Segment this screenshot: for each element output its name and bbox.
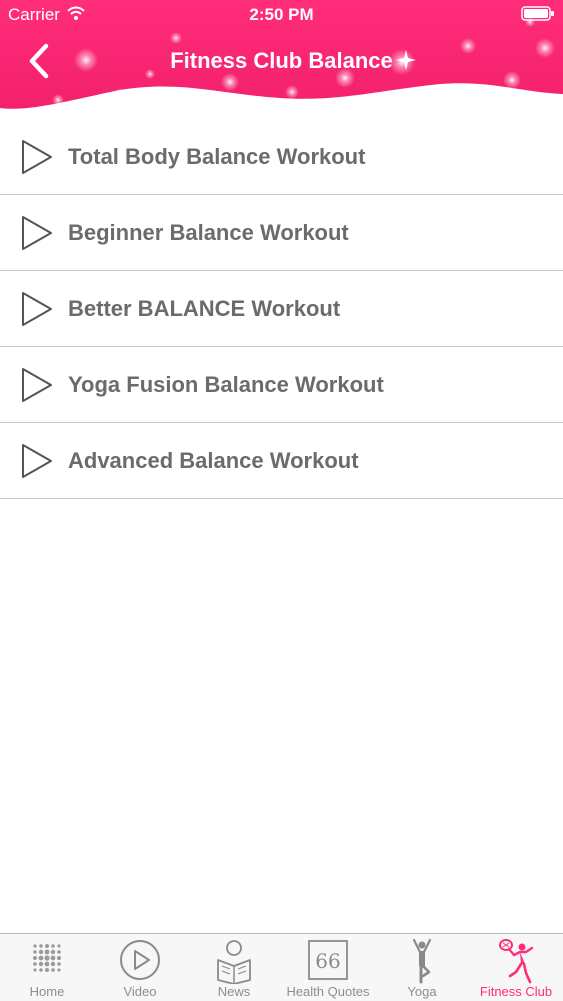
yoga-pose-icon <box>412 938 432 984</box>
tennis-player-icon <box>499 939 534 984</box>
newspaper-reader-icon <box>217 940 251 984</box>
play-circle-icon <box>120 940 160 980</box>
tab-bar: Home Video News 66 Health Quotes Yoga Fi… <box>0 933 563 1001</box>
workout-row[interactable]: Better BALANCE Workout <box>0 271 563 347</box>
header: Carrier 2:50 PM Fitness Club Balance <box>0 0 563 118</box>
status-bar: Carrier 2:50 PM <box>0 0 563 28</box>
workout-label: Advanced Balance Workout <box>68 448 359 473</box>
play-icon <box>22 140 52 174</box>
tab-label: Yoga <box>407 984 437 999</box>
tab-health-quotes[interactable]: 66 Health Quotes <box>281 934 375 1001</box>
play-icon <box>22 216 52 250</box>
battery-icon <box>521 6 554 21</box>
play-icon <box>22 368 52 402</box>
tab-news[interactable]: News <box>187 934 281 1001</box>
play-icon <box>22 292 52 326</box>
workout-row[interactable]: Yoga Fusion Balance Workout <box>0 347 563 423</box>
tab-label: News <box>217 984 251 999</box>
svg-text:66: 66 <box>315 949 340 973</box>
workout-label: Yoga Fusion Balance Workout <box>68 372 384 397</box>
workout-label: Total Body Balance Workout <box>68 144 366 169</box>
workout-row[interactable]: Beginner Balance Workout <box>0 195 563 271</box>
quote-66-icon: 66 <box>308 940 348 980</box>
workout-row[interactable]: Advanced Balance Workout <box>0 423 563 499</box>
tab-label: Video <box>123 984 157 999</box>
workout-list: Total Body Balance Workout Beginner Bala… <box>0 119 563 499</box>
play-icon <box>22 444 52 478</box>
workout-label: Beginner Balance Workout <box>68 220 349 245</box>
tab-home[interactable]: Home <box>0 934 94 1001</box>
tab-yoga[interactable]: Yoga <box>375 934 469 1001</box>
tab-video[interactable]: Video <box>93 934 187 1001</box>
dots-grid-icon <box>33 944 61 972</box>
status-time: 2:50 PM <box>249 5 314 24</box>
tab-fitness-club[interactable]: Fitness Club <box>469 934 563 1001</box>
tab-label: Health Quotes <box>286 984 370 999</box>
workout-row[interactable]: Total Body Balance Workout <box>0 119 563 195</box>
workout-label: Better BALANCE Workout <box>68 296 341 321</box>
tab-label: Home <box>29 984 65 999</box>
page-title: Fitness Club Balance <box>170 48 393 73</box>
tab-label: Fitness Club <box>479 984 553 999</box>
